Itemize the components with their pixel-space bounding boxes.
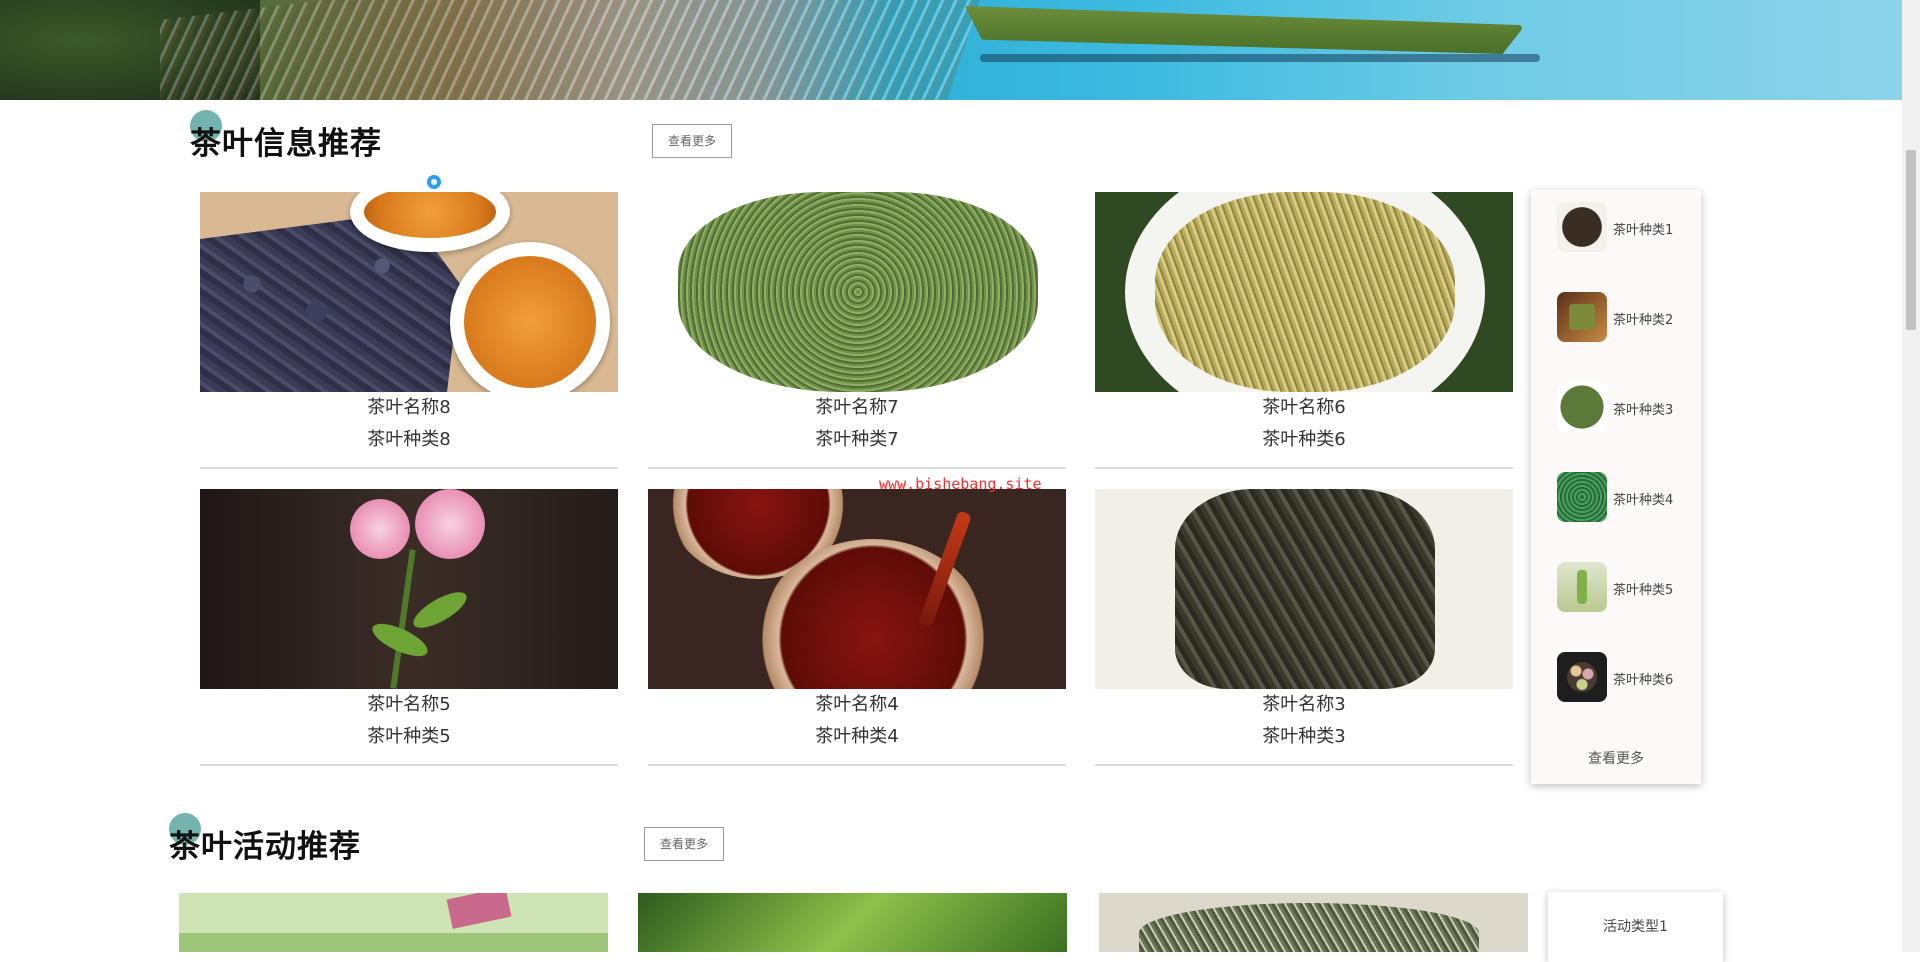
card-divider — [1095, 764, 1513, 766]
tea-card-image[interactable] — [1095, 489, 1513, 689]
tea-kind-thumbnail — [1557, 382, 1607, 432]
tea-card[interactable]: 茶叶名称7 茶叶种类7 — [648, 192, 1066, 469]
activity-more-button[interactable]: 查看更多 — [644, 827, 724, 861]
tea-card-kind: 茶叶种类8 — [367, 429, 451, 450]
sidebar-item-label: 茶叶种类6 — [1613, 673, 1674, 688]
card-divider — [648, 764, 1066, 766]
tea-section-title: 茶叶信息推荐 — [190, 126, 382, 162]
activity-card[interactable] — [179, 893, 608, 952]
tea-card-kind: 茶叶种类5 — [367, 726, 451, 747]
activity-card-image[interactable] — [1099, 893, 1528, 952]
card-divider — [1095, 467, 1513, 469]
tea-card-name: 茶叶名称7 — [815, 397, 899, 418]
tea-card-image[interactable] — [648, 192, 1066, 392]
sidebar-item-label: 茶叶种类2 — [1613, 313, 1674, 328]
tea-kind-thumbnail — [1557, 652, 1607, 702]
tea-card-name: 茶叶名称6 — [1262, 397, 1346, 418]
tea-card-image[interactable] — [1095, 192, 1513, 392]
tea-card-kind: 茶叶种类7 — [815, 429, 899, 450]
sidebar-item-tea-kind[interactable]: 茶叶种类2 — [1557, 292, 1697, 344]
sidebar-item-tea-kind[interactable]: 茶叶种类5 — [1557, 562, 1697, 614]
sidebar-item-tea-kind[interactable]: 茶叶种类1 — [1557, 202, 1697, 254]
top-banner-image — [0, 0, 1902, 100]
activity-card-image[interactable] — [179, 893, 608, 952]
sidebar-item-label: 茶叶种类5 — [1613, 583, 1674, 598]
card-divider — [200, 467, 618, 469]
tea-card-name: 茶叶名称3 — [1262, 694, 1346, 715]
tea-card-name: 茶叶名称8 — [367, 397, 451, 418]
card-divider — [648, 467, 1066, 469]
tea-card-image[interactable] — [200, 489, 618, 689]
tea-card-image[interactable] — [200, 192, 618, 392]
tea-card-name: 茶叶名称5 — [367, 694, 451, 715]
tea-card-kind: 茶叶种类4 — [815, 726, 899, 747]
activity-card-image[interactable] — [638, 893, 1067, 952]
activity-card[interactable] — [1099, 893, 1528, 952]
sidebar-item-label: 茶叶种类1 — [1613, 223, 1674, 238]
activity-section-title: 茶叶活动推荐 — [169, 829, 361, 865]
tea-kind-thumbnail — [1557, 472, 1607, 522]
tea-card[interactable]: 茶叶名称4 茶叶种类4 — [648, 489, 1066, 766]
tea-card-image[interactable] — [648, 489, 1066, 689]
page-scrollbar[interactable] — [1902, 0, 1920, 952]
sidebar-item-tea-kind[interactable]: 茶叶种类6 — [1557, 652, 1697, 704]
scrollbar-thumb[interactable] — [1906, 150, 1916, 330]
activity-card[interactable] — [638, 893, 1067, 952]
watermark-text: www.bishebang.site — [879, 475, 1042, 493]
cursor-indicator-icon — [427, 175, 441, 189]
tea-card[interactable]: 茶叶名称6 茶叶种类6 — [1095, 192, 1513, 469]
tea-card-kind: 茶叶种类3 — [1262, 726, 1346, 747]
tea-category-sidebar: 茶叶种类1 茶叶种类2 茶叶种类3 茶叶种类4 茶叶种类5 茶叶种类6 查看更多 — [1531, 190, 1701, 784]
sidebar-item-tea-kind[interactable]: 茶叶种类3 — [1557, 382, 1697, 434]
tea-more-button[interactable]: 查看更多 — [652, 124, 732, 158]
sidebar-item-activity-type[interactable]: 活动类型1 — [1548, 916, 1723, 936]
sidebar-item-tea-kind[interactable]: 茶叶种类4 — [1557, 472, 1697, 524]
tea-card-kind: 茶叶种类6 — [1262, 429, 1346, 450]
tea-card[interactable]: 茶叶名称5 茶叶种类5 — [200, 489, 618, 766]
sidebar-more-link[interactable]: 查看更多 — [1531, 748, 1701, 768]
tea-card[interactable]: 茶叶名称3 茶叶种类3 — [1095, 489, 1513, 766]
tea-kind-thumbnail — [1557, 292, 1607, 342]
tea-kind-thumbnail — [1557, 202, 1607, 252]
tea-kind-thumbnail — [1557, 562, 1607, 612]
card-divider — [200, 764, 618, 766]
tea-card[interactable]: 茶叶名称8 茶叶种类8 — [200, 192, 618, 469]
sidebar-item-label: 茶叶种类3 — [1613, 403, 1674, 418]
sidebar-item-label: 茶叶种类4 — [1613, 493, 1674, 508]
tea-card-name: 茶叶名称4 — [815, 694, 899, 715]
